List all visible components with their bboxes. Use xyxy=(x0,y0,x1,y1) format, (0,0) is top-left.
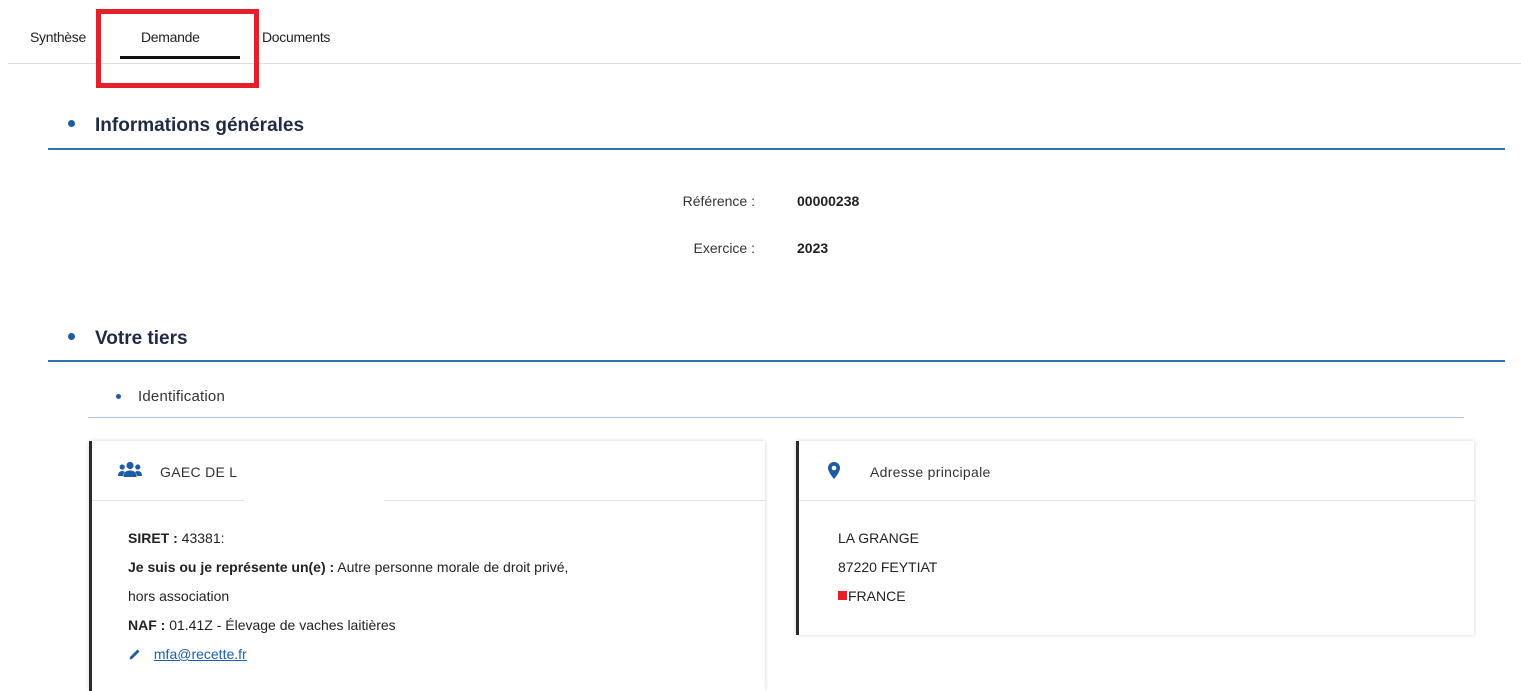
bullet-icon xyxy=(68,333,75,341)
tiers-card: GAEC DE L SIRET : 43381: Je suis ou je r… xyxy=(89,441,765,691)
subsection-divider xyxy=(88,417,1464,418)
siret-row: SIRET : 43381: xyxy=(128,530,225,546)
pencil-icon xyxy=(128,646,146,662)
address-country-row: FRANCE xyxy=(838,582,937,611)
address-card-body: LA GRANGE 87220 FEYTIAT FRANCE xyxy=(838,524,937,611)
tab-demande[interactable]: Demande xyxy=(141,29,200,45)
represent-row-continued: hors association xyxy=(128,588,230,604)
users-group-icon xyxy=(118,461,142,484)
tab-bar-divider xyxy=(8,63,1521,64)
exercice-label: Exercice : xyxy=(693,240,755,256)
active-tab-indicator xyxy=(120,56,240,59)
section-title-votre-tiers: Votre tiers xyxy=(68,328,188,350)
email-link[interactable]: mfa@recette.fr xyxy=(154,646,247,662)
naf-value: 01.41Z - Élevage de vaches laitières xyxy=(169,617,396,633)
exercice-value: 2023 xyxy=(797,240,829,256)
flag-icon xyxy=(838,590,847,600)
address-line-1: LA GRANGE xyxy=(838,530,919,546)
tab-bar: Synthèse Demande Documents xyxy=(0,0,1521,64)
address-card: Adresse principale LA GRANGE 87220 FEYTI… xyxy=(796,441,1474,635)
section-divider xyxy=(48,148,1505,150)
section-divider xyxy=(48,360,1505,362)
tiers-card-body: SIRET : 43381: Je suis ou je représente … xyxy=(128,524,568,669)
reference-value: 00000238 xyxy=(797,193,860,209)
bullet-icon xyxy=(116,393,121,399)
reference-label: Référence : xyxy=(682,193,755,209)
address-card-title: Adresse principale xyxy=(870,464,991,480)
represent-row: Je suis ou je représente un(e) : Autre p… xyxy=(128,559,569,575)
tiers-card-title: GAEC DE L xyxy=(160,464,238,480)
address-line-2: 87220 FEYTIAT xyxy=(838,559,938,575)
tiers-card-header: GAEC DE L xyxy=(92,441,765,501)
tab-documents[interactable]: Documents xyxy=(262,29,330,45)
address-country: FRANCE xyxy=(848,588,906,604)
section-title-informations-generales: Informations générales xyxy=(68,115,304,137)
redaction-mask xyxy=(244,487,384,505)
email-row: mfa@recette.fr xyxy=(128,640,568,669)
bullet-icon xyxy=(68,120,75,128)
tab-synthese[interactable]: Synthèse xyxy=(30,29,86,45)
address-card-header: Adresse principale xyxy=(799,441,1474,501)
subsection-identification: Identification xyxy=(116,388,225,405)
naf-row: NAF : 01.41Z - Élevage de vaches laitièr… xyxy=(128,617,396,633)
map-marker-icon xyxy=(828,462,840,484)
siret-value: 43381: xyxy=(181,530,225,546)
